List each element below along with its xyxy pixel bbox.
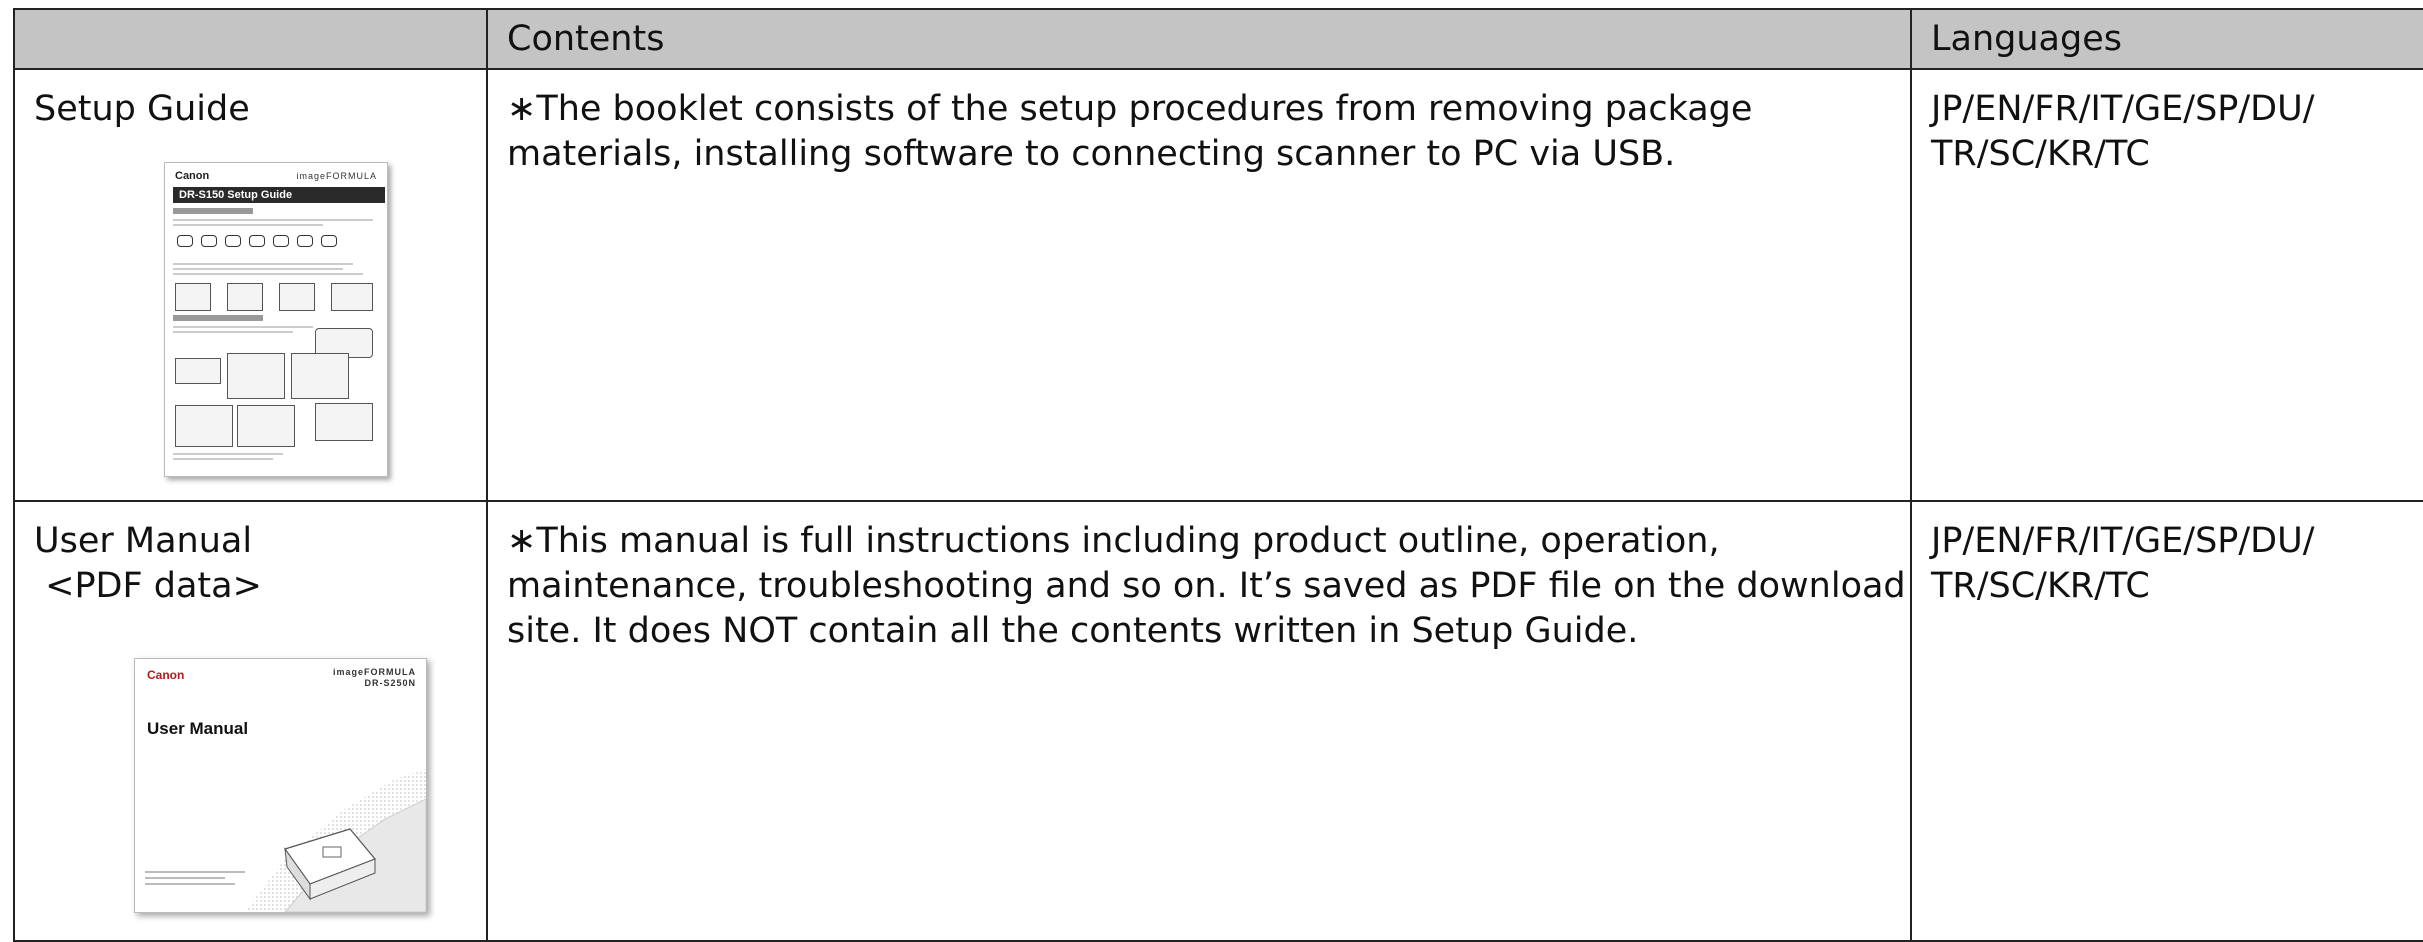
contents-text: ∗This manual is full instructions includ… [507,521,1906,651]
contents-cell: ∗The booklet consists of the setup proce… [486,68,1912,502]
scanner-illustration [331,283,373,311]
text-line [173,326,313,328]
accessory-icon [249,235,265,247]
scanner-illustration [175,283,211,311]
contents-cell: ∗This manual is full instructions includ… [486,500,1912,942]
accessory-icon [177,235,193,247]
text-line [173,268,343,270]
text-line [173,263,353,265]
table-row: User Manual <PDF data> Canon imageFORMUL… [13,500,2423,942]
section-bar [173,208,253,214]
screen-illustration [237,405,295,447]
document-name: User Manual <PDF data> [34,519,486,609]
documents-table: Contents Languages Setup Guide Canon ima… [13,8,2423,942]
table-header-row: Contents Languages [13,8,2423,70]
laptop-illustration [175,358,221,384]
screen-illustration [175,405,233,447]
document-cell: Setup Guide Canon imageFORMULA DR-S150 S… [13,68,488,502]
text-line [173,453,283,455]
text-line [173,219,373,221]
canon-logo: Canon [175,170,210,182]
header-contents: Contents [486,8,1912,70]
text-line [173,331,293,333]
document-name: Setup Guide [34,89,250,129]
document-format: <PDF data> [34,566,262,606]
languages-cell: JP/EN/FR/IT/GE/SP/DU/ TR/SC/KR/TC [1910,68,2423,502]
table-row: Setup Guide Canon imageFORMULA DR-S150 S… [13,68,2423,502]
setup-guide-thumbnail: Canon imageFORMULA DR-S150 Setup Guide [164,162,388,477]
cover-notes [145,871,255,895]
document-title: User Manual [34,521,253,561]
scanner-illustration [279,283,315,311]
accessory-icon [273,235,289,247]
languages-cell: JP/EN/FR/IT/GE/SP/DU/ TR/SC/KR/TC [1910,500,2423,942]
screen-illustration [291,353,349,399]
contents-text: ∗The booklet consists of the setup proce… [507,89,1753,174]
text-line [173,224,323,226]
power-cord-illustration [315,403,373,441]
header-document [13,8,488,70]
header-languages: Languages [1910,8,2423,70]
screen-illustration [227,353,285,399]
accessory-icon [201,235,217,247]
languages-text: JP/EN/FR/IT/GE/SP/DU/ TR/SC/KR/TC [1931,89,2315,174]
product-logo: imageFORMULA [296,171,377,181]
document-cell: User Manual <PDF data> Canon imageFORMUL… [13,500,488,942]
user-manual-thumbnail: Canon imageFORMULA DR-S250N User Manual [134,658,427,913]
scanner-illustration [227,283,263,311]
text-line [173,458,273,460]
accessory-icon [225,235,241,247]
accessory-icon [297,235,313,247]
accessory-icon [321,235,337,247]
thumbnail-title: DR-S150 Setup Guide [173,187,385,203]
text-line [173,273,363,275]
languages-text: JP/EN/FR/IT/GE/SP/DU/ TR/SC/KR/TC [1931,521,2315,606]
section-bar [173,315,263,321]
